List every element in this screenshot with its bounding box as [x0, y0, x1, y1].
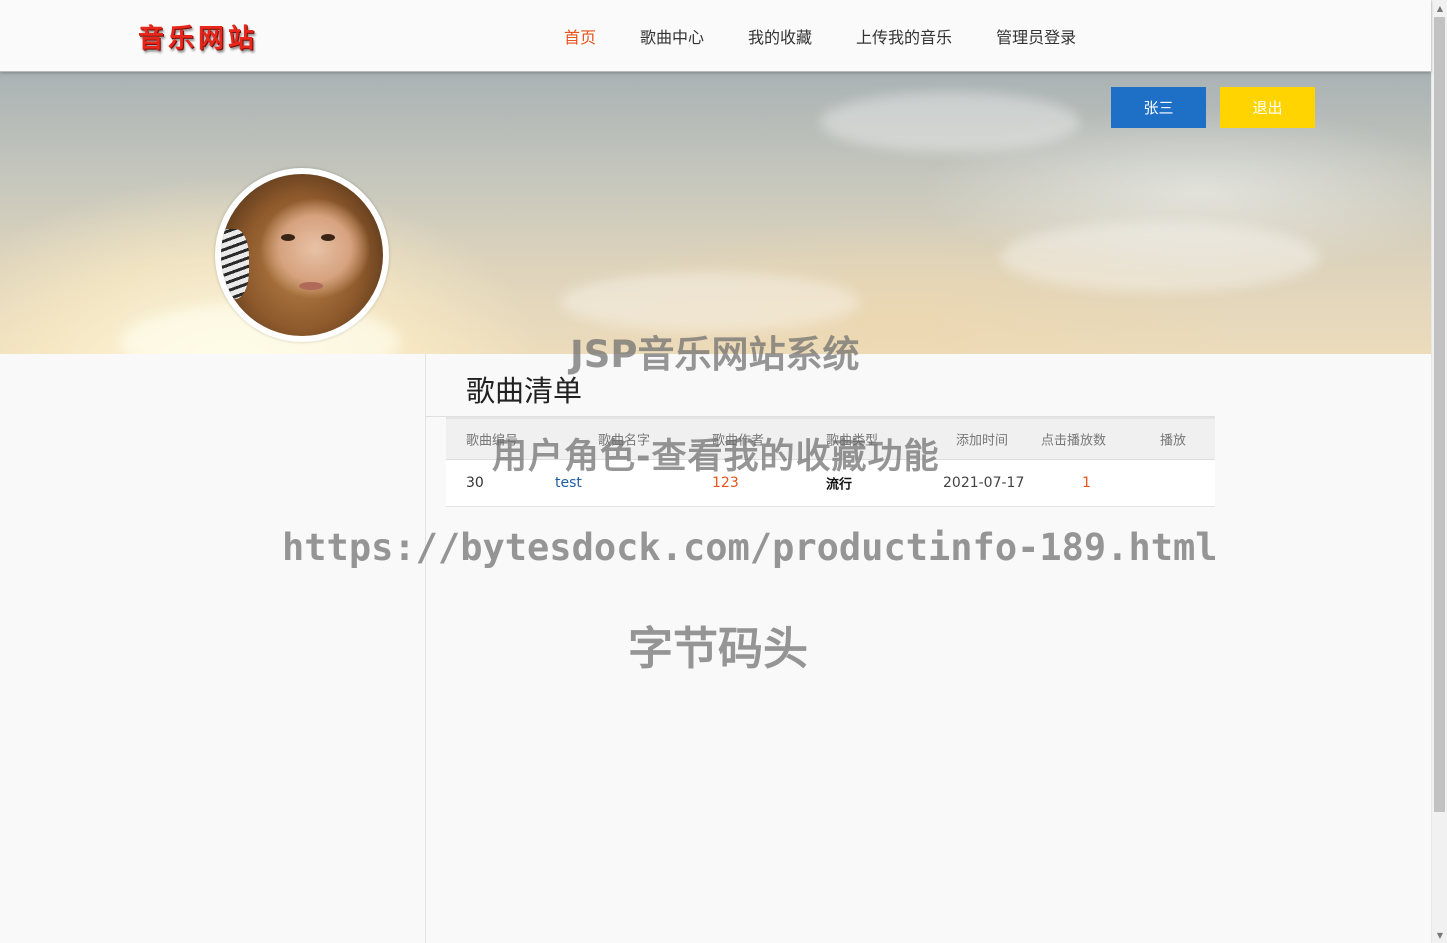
avatar-photo — [221, 174, 383, 336]
user-avatar — [215, 168, 389, 342]
song-play-count: 1 — [1082, 475, 1091, 491]
nav-my-favorites[interactable]: 我的收藏 — [748, 24, 812, 48]
sidebar-divider — [425, 354, 426, 943]
song-name-link[interactable]: test — [555, 475, 582, 491]
song-list-title: 歌曲清单 — [466, 374, 583, 408]
song-artist: 123 — [712, 475, 739, 491]
nav-home[interactable]: 首页 — [564, 24, 596, 48]
avatar-eyes — [279, 234, 337, 244]
main-nav: 首页 歌曲中心 我的收藏 上传我的音乐 管理员登录 — [564, 0, 1120, 72]
song-add-time: 2021-07-17 — [943, 475, 1025, 491]
nav-upload-music[interactable]: 上传我的音乐 — [856, 24, 952, 48]
watermark-brand: 字节码头 — [628, 622, 809, 675]
song-id: 30 — [466, 475, 484, 491]
site-logo[interactable]: 音乐网站 — [138, 18, 258, 55]
nav-admin-login[interactable]: 管理员登录 — [996, 24, 1076, 48]
banner-cloud — [820, 92, 1080, 152]
nav-song-center[interactable]: 歌曲中心 — [640, 24, 704, 48]
col-song-artist: 歌曲作者 — [712, 433, 765, 449]
banner-cloud — [560, 272, 860, 332]
user-name-button[interactable]: 张三 — [1111, 87, 1206, 128]
col-song-id: 歌曲编号 — [466, 433, 519, 449]
profile-banner: 张三 退出 — [0, 72, 1431, 354]
scrollbar-thumb[interactable] — [1434, 17, 1445, 812]
scroll-down-arrow-icon[interactable]: ▼ — [1432, 927, 1447, 943]
col-play-count: 点击播放数 — [1041, 433, 1107, 449]
col-play: 播放 — [1160, 433, 1187, 449]
table-header: 歌曲编号 歌曲名字 歌曲作者 歌曲类型 添加时间 点击播放数 播放 — [446, 417, 1215, 460]
logout-button[interactable]: 退出 — [1220, 87, 1315, 128]
scroll-up-arrow-icon[interactable]: ▲ — [1432, 0, 1447, 16]
favorites-table: 歌曲编号 歌曲名字 歌曲作者 歌曲类型 添加时间 点击播放数 播放 30 tes… — [446, 417, 1215, 507]
col-song-type: 歌曲类型 — [826, 433, 879, 449]
avatar-lips — [299, 282, 323, 290]
col-add-time: 添加时间 — [956, 433, 1009, 449]
top-navbar: 音乐网站 首页 歌曲中心 我的收藏 上传我的音乐 管理员登录 — [0, 0, 1431, 72]
vertical-scrollbar[interactable]: ▲ ▼ — [1431, 0, 1447, 943]
song-type: 流行 — [826, 477, 853, 493]
col-song-name: 歌曲名字 — [598, 433, 651, 449]
avatar-jacket — [221, 229, 249, 299]
watermark-url: https://bytesdock.com/productinfo-189.ht… — [282, 526, 1218, 569]
banner-cloud — [1000, 222, 1320, 292]
table-row: 30 test 123 流行 2021-07-17 1 — [446, 460, 1215, 507]
